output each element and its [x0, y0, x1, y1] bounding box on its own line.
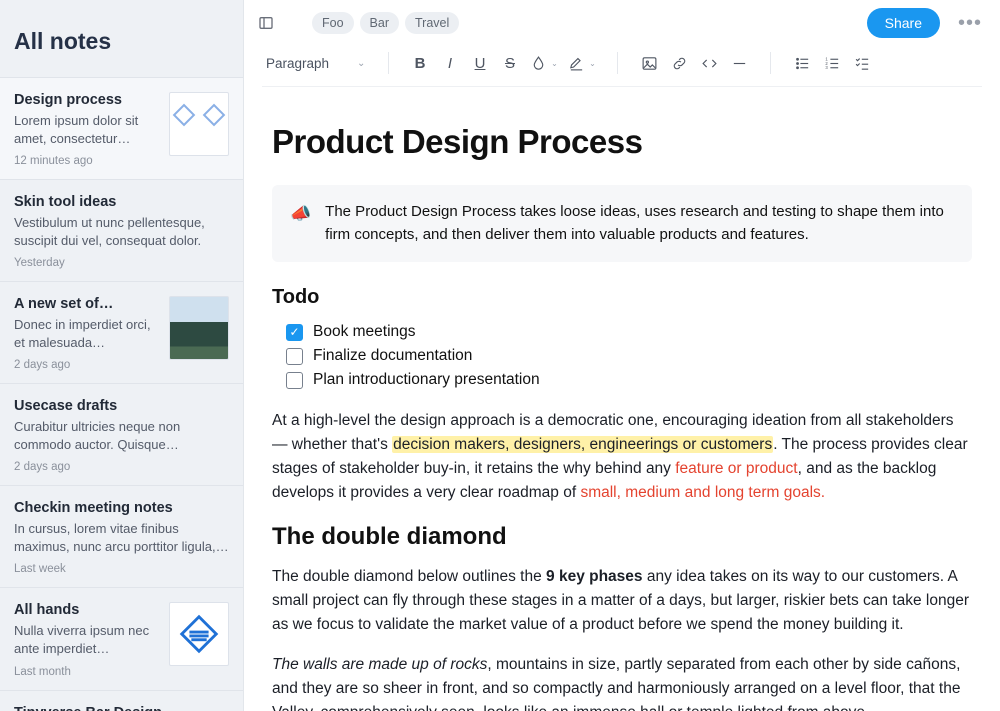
note-snippet: Vestibulum ut nunc pellentesque, suscipi… — [14, 214, 229, 249]
note-title: Usecase drafts — [14, 398, 229, 414]
note-thumbnail — [169, 296, 229, 360]
note-snippet: Lorem ipsum dolor sit amet, consectetur… — [14, 112, 159, 147]
bold-text: 9 key phases — [546, 568, 643, 585]
note-item[interactable]: Usecase drafts Curabitur ultricies neque … — [0, 384, 243, 486]
note-item[interactable]: Skin tool ideas Vestibulum ut nunc pellen… — [0, 180, 243, 282]
todo-item: ✓ Book meetings — [286, 323, 972, 341]
sidebar: All notes Design process Lorem ipsum dolo… — [0, 0, 244, 711]
note-time: Last month — [14, 666, 159, 678]
italic-text: The walls are made up of rocks — [272, 656, 487, 673]
megaphone-icon: 📣 — [290, 201, 311, 246]
topbar: Foo Bar Travel Share ••• — [244, 0, 1000, 44]
todo-label: Plan introductionary presentation — [313, 371, 540, 389]
bullet-list-button[interactable] — [789, 50, 815, 76]
note-title: A new set of… — [14, 296, 159, 312]
paragraph: At a high-level the design approach is a… — [272, 409, 972, 505]
callout-text: The Product Design Process takes loose i… — [325, 201, 954, 246]
todo-item: Plan introductionary presentation — [286, 371, 972, 389]
todo-label: Finalize documentation — [313, 347, 472, 365]
toolbar-divider — [770, 52, 771, 74]
code-button[interactable] — [696, 50, 722, 76]
checkbox[interactable] — [286, 348, 303, 365]
section-heading: The double diamond — [272, 523, 972, 551]
image-button[interactable] — [636, 50, 662, 76]
note-snippet: Nulla viverra ipsum nec ante imperdiet… — [14, 622, 159, 657]
highlight-button[interactable]: ⌄ — [565, 50, 599, 76]
note-snippet: In cursus, lorem vitae finibus maximus, … — [14, 520, 229, 555]
document-title: Product Design Process — [272, 123, 972, 161]
strikethrough-button[interactable]: S — [497, 50, 523, 76]
more-menu-button[interactable]: ••• — [958, 12, 982, 35]
document[interactable]: Product Design Process 📣 The Product Des… — [244, 87, 1000, 711]
note-time: 2 days ago — [14, 461, 229, 473]
toolbar-divider — [388, 52, 389, 74]
note-item[interactable]: All hands Nulla viverra ipsum nec ante im… — [0, 588, 243, 690]
link-button[interactable] — [666, 50, 692, 76]
tag-list: Foo Bar Travel — [312, 12, 459, 34]
note-snippet: Donec in imperdiet orci, et malesuada… — [14, 316, 159, 351]
note-title: All hands — [14, 602, 159, 618]
paragraph-style-label: Paragraph — [266, 56, 329, 71]
todo-list: ✓ Book meetings Finalize documentation Plan… — [286, 323, 972, 389]
collapse-sidebar-button[interactable] — [254, 11, 278, 35]
italic-button[interactable]: I — [437, 50, 463, 76]
note-title: Tinyverse Bar Design — [14, 705, 229, 711]
share-button[interactable]: Share — [867, 8, 940, 38]
note-time: Yesterday — [14, 257, 229, 269]
note-time: 2 days ago — [14, 359, 159, 371]
notes-list: Design process Lorem ipsum dolor sit amet… — [0, 78, 243, 711]
chevron-down-icon: ⌄ — [551, 59, 558, 68]
note-title: Design process — [14, 92, 159, 108]
paragraph-style-select[interactable]: Paragraph ⌄ — [262, 52, 366, 75]
tag[interactable]: Travel — [405, 12, 459, 34]
tag[interactable]: Foo — [312, 12, 354, 34]
ordered-list-button[interactable]: 123 — [819, 50, 845, 76]
inline-link[interactable]: feature or product — [675, 460, 797, 477]
tag[interactable]: Bar — [360, 12, 399, 34]
editor-toolbar: Paragraph ⌄ B I U S ⌄ ⌄ — [262, 44, 982, 87]
note-thumbnail — [169, 92, 229, 156]
inline-link[interactable]: small, medium and long term goals. — [580, 484, 825, 501]
note-thumbnail — [169, 602, 229, 666]
toolbar-divider — [617, 52, 618, 74]
divider-button[interactable] — [726, 50, 752, 76]
text-color-button[interactable]: ⌄ — [527, 50, 561, 76]
checkbox[interactable]: ✓ — [286, 324, 303, 341]
main: Foo Bar Travel Share ••• Paragraph ⌄ B I U… — [244, 0, 1000, 711]
chevron-down-icon: ⌄ — [357, 58, 365, 69]
bold-button[interactable]: B — [407, 50, 433, 76]
note-item[interactable]: Tinyverse Bar DesignLacinia eros ac arcu… — [0, 691, 243, 711]
note-item[interactable]: Checkin meeting notes In cursus, lorem vi… — [0, 486, 243, 588]
todo-item: Finalize documentation — [286, 347, 972, 365]
chevron-down-icon: ⌄ — [589, 59, 596, 68]
checklist-button[interactable] — [849, 50, 875, 76]
paragraph: The walls are made up of rocks, mountain… — [272, 653, 972, 711]
note-item[interactable]: Design process Lorem ipsum dolor sit amet… — [0, 78, 243, 180]
note-snippet: Curabitur ultricies neque non commodo au… — [14, 418, 229, 453]
note-title: Checkin meeting notes — [14, 500, 229, 516]
checkbox[interactable] — [286, 372, 303, 389]
note-time: 12 minutes ago — [14, 155, 159, 167]
todo-heading: Todo — [272, 286, 972, 309]
highlighted-text: decision makers, designers, engineerings… — [392, 436, 773, 453]
sidebar-header: All notes — [0, 0, 243, 78]
note-time: Last week — [14, 563, 229, 575]
svg-text:3: 3 — [825, 65, 828, 70]
paragraph: The double diamond below outlines the 9 … — [272, 565, 972, 637]
sidebar-title: All notes — [14, 28, 229, 55]
callout-block: 📣 The Product Design Process takes loose… — [272, 185, 972, 262]
underline-button[interactable]: U — [467, 50, 493, 76]
note-title: Skin tool ideas — [14, 194, 229, 210]
note-item[interactable]: A new set of… Donec in imperdiet orci, et… — [0, 282, 243, 384]
todo-label: Book meetings — [313, 323, 416, 341]
